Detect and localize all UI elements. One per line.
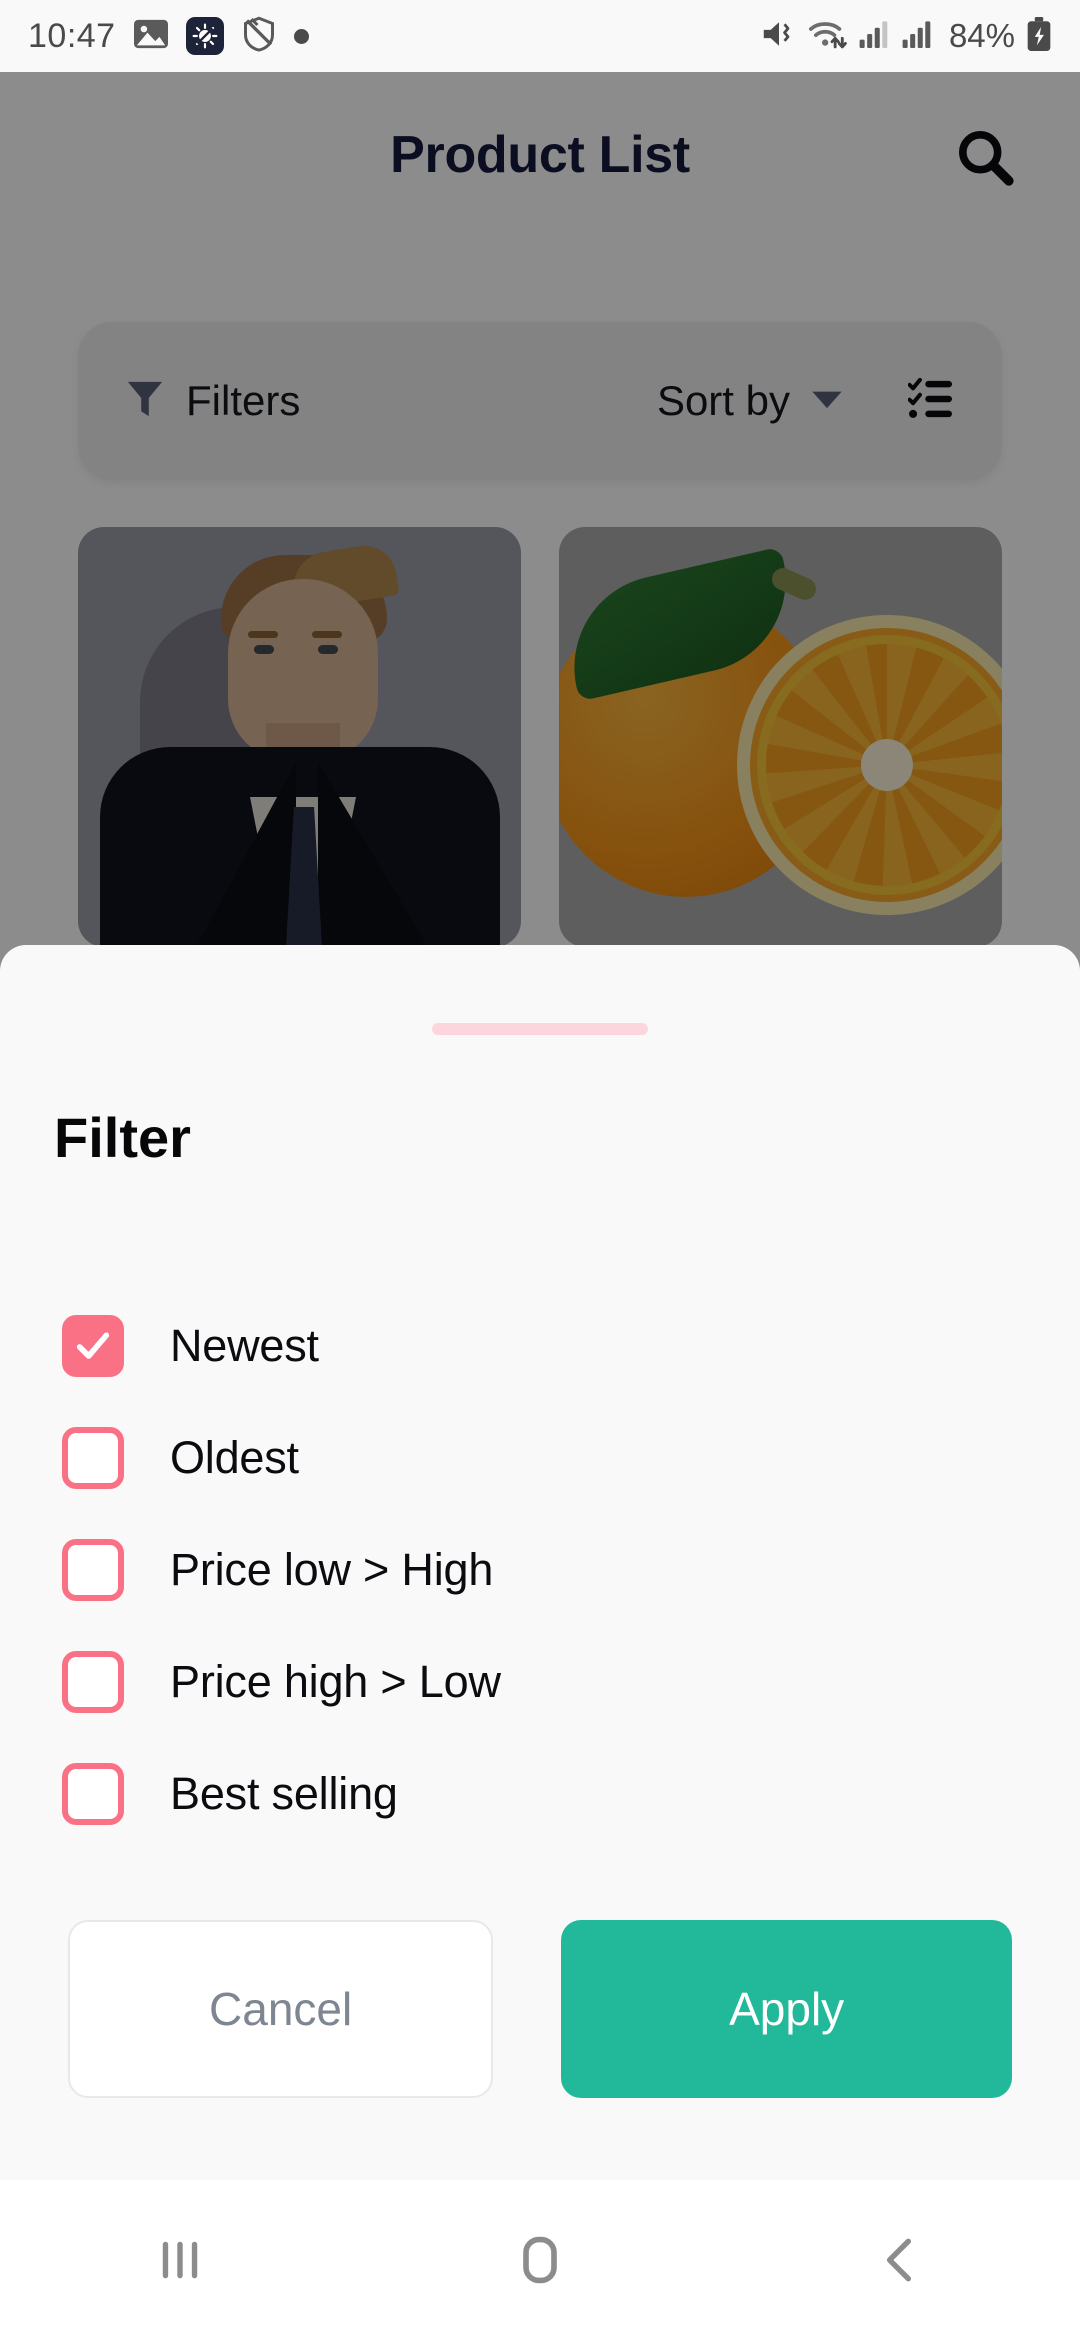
filter-option-label: Best selling (170, 1768, 398, 1819)
filter-option-label: Price high > Low (170, 1656, 501, 1707)
android-navigation-bar (0, 2180, 1080, 2340)
filter-option-oldest[interactable]: Oldest (0, 1402, 1080, 1514)
gallery-icon (133, 19, 168, 54)
shield-icon (242, 16, 276, 57)
filter-option-label: Price low > High (170, 1544, 494, 1595)
wifi-icon (808, 18, 848, 55)
cancel-button[interactable]: Cancel (68, 1920, 494, 2098)
filter-option-label: Newest (170, 1320, 319, 1371)
status-bar-right: 84% (761, 16, 1052, 56)
battery-percent-label: 84% (948, 17, 1015, 54)
filter-option-price-high-low[interactable]: Price high > Low (0, 1626, 1080, 1738)
filter-option-price-low-high[interactable]: Price low > High (0, 1514, 1080, 1626)
filter-option-list: Newest Oldest Price low > High Price hig… (0, 1290, 1080, 1850)
recents-icon[interactable] (0, 2180, 360, 2340)
back-icon[interactable] (720, 2180, 1080, 2340)
app-badge-icon (185, 17, 224, 55)
phone-screen: 10:47 84% Product List Filters Sort by F… (0, 0, 1080, 2340)
status-bar-clock: 10:47 (28, 16, 116, 55)
mute-vibrate-icon (761, 18, 797, 55)
checkbox-checked-icon[interactable] (62, 1315, 124, 1377)
battery-charging-icon (1026, 16, 1052, 56)
apply-button[interactable]: Apply (561, 1920, 1012, 2098)
signal-1-icon (859, 20, 891, 53)
drag-handle[interactable] (432, 1023, 648, 1035)
filter-option-best-selling[interactable]: Best selling (0, 1738, 1080, 1850)
home-icon[interactable] (360, 2180, 720, 2340)
filter-option-newest[interactable]: Newest (0, 1290, 1080, 1402)
dot-icon (293, 28, 309, 44)
checkbox-unchecked-icon[interactable] (62, 1651, 124, 1713)
checkbox-unchecked-icon[interactable] (62, 1539, 124, 1601)
sheet-action-bar: Cancel Apply (0, 1920, 1080, 2098)
status-bar-left: 10:47 (28, 16, 309, 57)
checkbox-unchecked-icon[interactable] (62, 1763, 124, 1825)
sheet-title: Filter (54, 1106, 191, 1169)
status-bar: 10:47 84% (0, 0, 1080, 72)
signal-2-icon (902, 20, 934, 53)
checkbox-unchecked-icon[interactable] (62, 1427, 124, 1489)
filter-option-label: Oldest (170, 1432, 299, 1483)
